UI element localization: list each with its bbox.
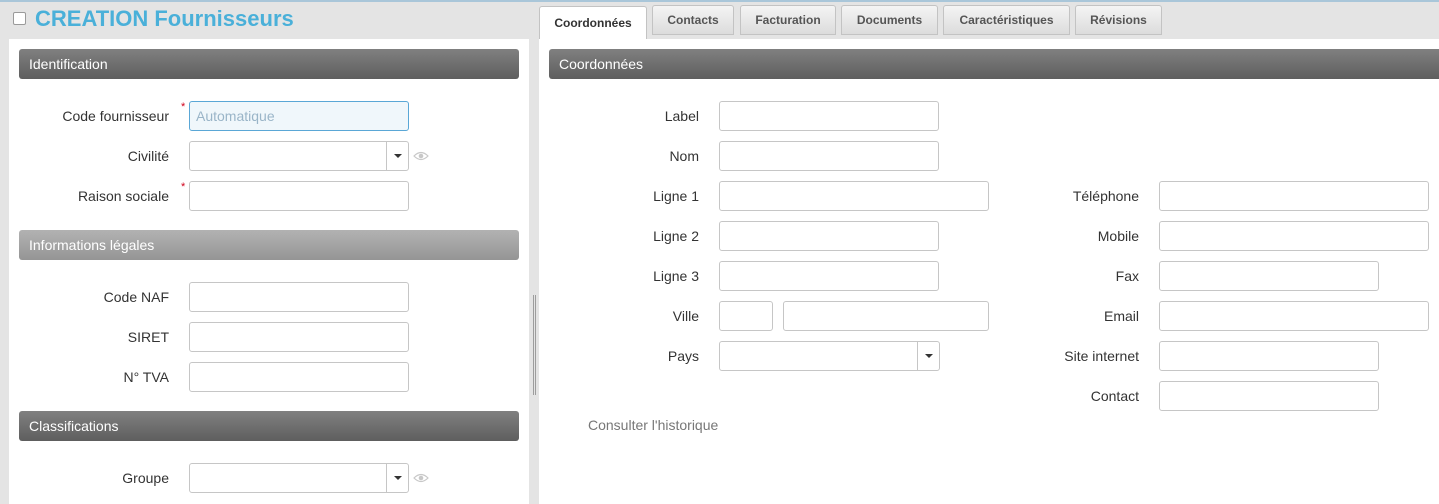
code-fournisseur-input[interactable] [189,101,409,131]
label-ligne1: Ligne 1 [653,188,699,204]
contact-input[interactable] [1159,381,1379,411]
label-siret: SIRET [127,329,169,345]
top-border [0,0,1439,2]
required-marker: * [181,101,186,113]
ville-input[interactable] [783,301,989,331]
label-telephone: Téléphone [1072,188,1139,204]
fax-input[interactable] [1159,261,1379,291]
section-identification[interactable]: Identification [19,49,519,79]
chevron-down-icon [394,154,402,158]
groupe-dropdown-button[interactable] [386,464,408,492]
section-coordonnees[interactable]: Coordonnées [549,49,1439,79]
tab-documents[interactable]: Documents [841,5,938,35]
label-civilite: Civilité [127,148,169,164]
ligne3-input[interactable] [719,261,939,291]
tab-caracteristiques[interactable]: Caractéristiques [943,5,1070,35]
telephone-input[interactable] [1159,181,1429,211]
label-ligne2: Ligne 2 [653,228,699,244]
raison-sociale-input[interactable] [189,181,409,211]
site-internet-input[interactable] [1159,341,1379,371]
label-ville: Ville [672,308,699,324]
eye-icon[interactable] [413,151,429,161]
ligne2-input[interactable] [719,221,939,251]
label-code-naf: Code NAF [103,289,169,305]
tab-revisions[interactable]: Révisions [1075,5,1162,35]
label-fax: Fax [1115,268,1139,284]
label-pays: Pays [667,348,699,364]
pays-select[interactable] [719,341,940,371]
label-input[interactable] [719,101,939,131]
label-tva: N° TVA [123,369,169,385]
history-link[interactable]: Consulter l'historique [588,417,718,433]
civilite-dropdown-button[interactable] [386,142,408,170]
section-classifications[interactable]: Classifications [19,411,519,441]
tva-input[interactable] [189,362,409,392]
label-mobile: Mobile [1097,228,1139,244]
label-code-fournisseur: Code fournisseur [62,108,169,124]
label-ligne3: Ligne 3 [653,268,699,284]
page-title: CREATION Fournisseurs [35,6,294,31]
groupe-select[interactable] [189,463,409,493]
chevron-down-icon [394,476,402,480]
label-label: Label [664,108,699,124]
tab-contacts[interactable]: Contacts [652,5,734,35]
ligne1-input[interactable] [719,181,989,211]
civilite-select[interactable] [189,141,409,171]
label-email: Email [1103,308,1139,324]
label-contact: Contact [1090,388,1139,404]
label-site-internet: Site internet [1064,348,1139,364]
pays-dropdown-button[interactable] [917,342,939,370]
tab-coordonnees[interactable]: Coordonnées [539,6,647,39]
code-naf-input[interactable] [189,282,409,312]
email-input[interactable] [1159,301,1429,331]
tab-facturation[interactable]: Facturation [740,5,836,35]
section-informations-legales[interactable]: Informations légales [19,230,519,260]
chevron-down-icon [925,354,933,358]
nom-input[interactable] [719,141,939,171]
mobile-input[interactable] [1159,221,1429,251]
label-groupe: Groupe [122,470,169,486]
required-marker: * [181,181,186,193]
siret-input[interactable] [189,322,409,352]
postal-code-input[interactable] [719,301,773,331]
select-checkbox[interactable] [13,12,26,25]
panel-splitter[interactable] [533,295,536,395]
label-raison-sociale: Raison sociale [77,188,169,204]
label-nom: Nom [669,148,699,164]
eye-icon[interactable] [413,473,429,483]
